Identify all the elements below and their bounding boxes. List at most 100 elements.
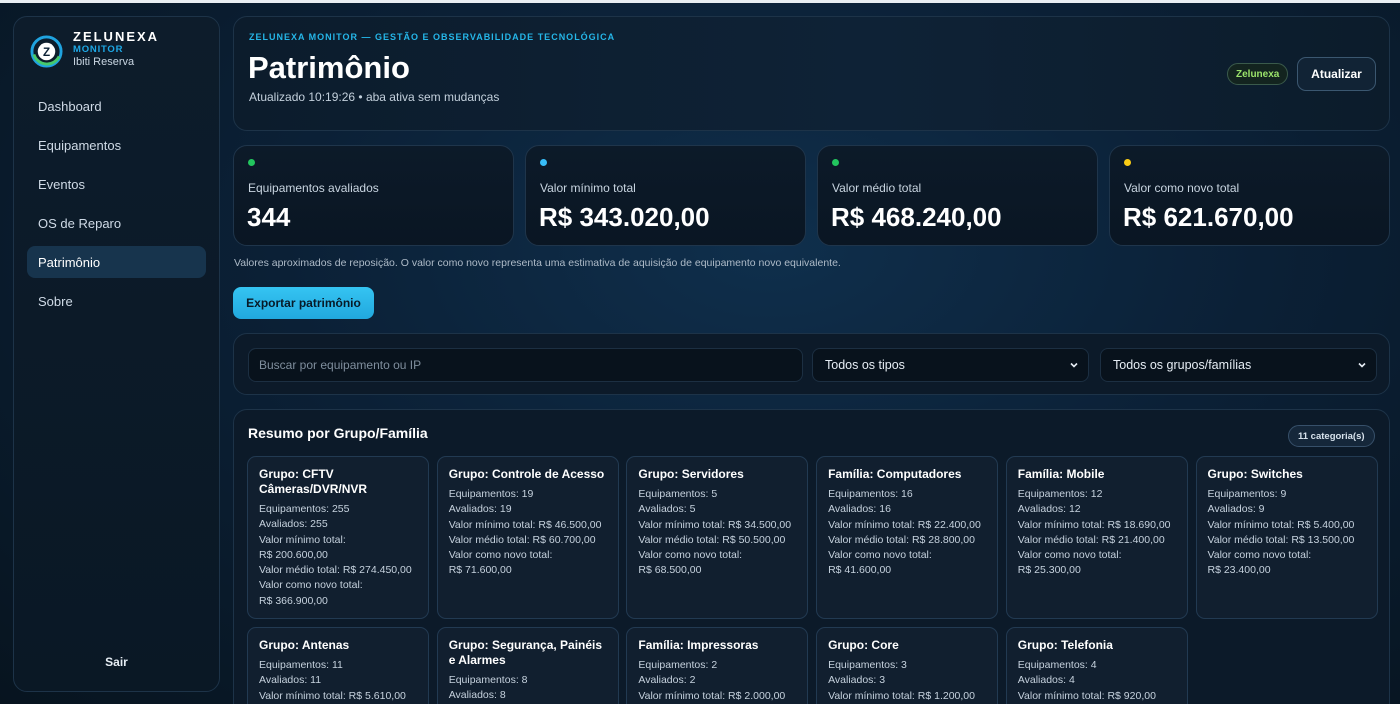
sidebar-item-eventos[interactable]: Eventos	[27, 168, 206, 200]
valuation-note: Valores aproximados de reposição. O valo…	[234, 257, 841, 269]
group-card-line: Avaliados: 2	[638, 674, 696, 687]
group-card-line: Equipamentos: 9	[1207, 488, 1287, 500]
sidebar-item-dashboard[interactable]: Dashboard	[27, 90, 206, 122]
brand[interactable]: Z ZELUNEXA MONITOR Ibiti Reserva	[30, 30, 159, 69]
group-card-title: Família: Computadores	[828, 467, 962, 481]
group-card-line: Avaliados: 16	[828, 503, 891, 516]
group-card-title: Grupo: Telefonia	[1017, 638, 1113, 652]
status-dot-icon	[1124, 159, 1131, 166]
group-card: Família: Impressoras Equipamentos: 2 Avali…	[626, 627, 809, 704]
group-card: Família: Computadores Equipamentos: 16 Ava…	[816, 456, 999, 619]
group-card-line: Avaliados: 5	[638, 503, 696, 516]
status-dot-icon	[832, 159, 839, 166]
group-card-line: R$ 366.900,00	[259, 594, 328, 607]
export-button[interactable]: Exportar patrimônio	[233, 287, 374, 319]
group-card-line: Avaliados: 4	[1017, 674, 1075, 687]
logout-button[interactable]: Sair	[14, 655, 219, 669]
chevron-down-icon	[1070, 362, 1078, 368]
zelunexa-logo-icon: Z	[30, 35, 63, 68]
group-card-title: Grupo: Controle de Acesso	[448, 467, 605, 481]
group-card-line: Avaliados: 255	[259, 518, 328, 531]
group-select[interactable]: Todos os grupos/famílias	[1100, 348, 1377, 382]
chevron-down-icon	[1358, 362, 1366, 368]
type-select-value: Todos os tipos	[825, 358, 905, 372]
group-card: Grupo: Switches Equipamentos: 9 Avaliados:…	[1195, 456, 1378, 619]
group-card-line: Equipamentos: 8	[448, 674, 528, 686]
group-card-line: Valor mínimo total: R$ 920,00	[1017, 689, 1156, 702]
type-select[interactable]: Todos os tipos	[812, 348, 1089, 382]
kpi-label: Valor mínimo total	[540, 181, 636, 195]
page-header: ZELUNEXA MONITOR — GESTÃO E OBSERVABILID…	[233, 16, 1390, 131]
kpi-card-equipamentos-avaliados: Equipamentos avaliados 344	[233, 145, 514, 246]
page-title: Patrimônio	[248, 50, 410, 85]
group-card-line: Avaliados: 3	[828, 674, 886, 687]
group-card-line: Valor mínimo total: R$ 22.400,00	[828, 518, 981, 531]
group-card-line: Equipamentos: 16	[828, 488, 913, 500]
kpi-card-valor-medio: Valor médio total R$ 468.240,00	[817, 145, 1098, 246]
group-card-line: Valor médio total: R$ 21.400,00	[1017, 533, 1165, 546]
group-card-line: Valor mínimo total: R$ 5.400,00	[1207, 518, 1355, 531]
refresh-button[interactable]: Atualizar	[1297, 57, 1376, 91]
group-card-line: Avaliados: 9	[1207, 503, 1265, 516]
group-card: Grupo: Segurança, Painéis e Alarmes Equip…	[436, 627, 619, 704]
kpi-value: 344	[247, 202, 291, 232]
group-card-line: Avaliados: 11	[259, 674, 322, 687]
sidebar-item-os-de-reparo[interactable]: OS de Reparo	[27, 207, 206, 239]
sidebar-item-sobre[interactable]: Sobre	[27, 285, 206, 317]
group-card-line: Equipamentos: 4	[1017, 659, 1097, 671]
group-card-line: Valor mínimo total: R$ 18.690,00	[1017, 518, 1171, 531]
group-card-line: Equipamentos: 5	[638, 488, 718, 500]
group-card-line: Valor médio total: R$ 274.450,00	[259, 564, 412, 577]
group-card: Grupo: CFTV Câmeras/DVR/NVR Equipamentos:…	[247, 456, 429, 619]
group-card-line: Equipamentos: 19	[448, 488, 534, 500]
group-card: Grupo: Servidores Equipamentos: 5 Avaliado…	[626, 456, 809, 619]
group-card-line: Avaliados: 12	[1017, 503, 1081, 516]
group-card: Grupo: Telefonia Equipamentos: 4 Avaliados…	[1005, 627, 1188, 704]
group-card-title: Grupo: Switches	[1207, 467, 1303, 481]
group-card-line: Valor mínimo total:	[259, 533, 346, 546]
sidebar-item-equipamentos[interactable]: Equipamentos	[27, 129, 206, 161]
group-card-line: Valor como novo total:	[259, 579, 363, 592]
group-select-value: Todos os grupos/famílias	[1113, 358, 1252, 372]
kpi-label: Valor como novo total	[1124, 181, 1240, 195]
sidebar: Z ZELUNEXA MONITOR Ibiti Reserva Dashboa…	[13, 16, 220, 692]
group-card-line: Valor mínimo total: R$ 34.500,00	[638, 518, 792, 531]
group-card-line: Equipamentos: 11	[259, 659, 343, 671]
top-edge	[0, 0, 1400, 3]
status-dot-icon	[248, 159, 255, 166]
sidebar-item-patrimonio[interactable]: Patrimônio	[27, 246, 206, 278]
group-card-title: Família: Mobile	[1017, 467, 1105, 481]
sidebar-nav: Dashboard Equipamentos Eventos OS de Rep…	[27, 90, 206, 324]
site-name: Ibiti Reserva	[73, 56, 135, 68]
search-input[interactable]	[248, 348, 803, 382]
group-summary-panel: Resumo por Grupo/Família 11 categoria(s)…	[233, 409, 1390, 704]
group-card-line: Equipamentos: 255	[259, 503, 350, 515]
group-card-line: Valor mínimo total: R$ 46.500,00	[448, 518, 602, 531]
group-card-line: Valor como novo total:	[828, 549, 932, 562]
group-card-line: Valor mínimo total: R$ 5.610,00	[259, 689, 406, 702]
group-card-line: Valor como novo total:	[1017, 549, 1122, 562]
updated-status: Atualizado 10:19:26 • aba ativa sem muda…	[249, 90, 500, 104]
group-card-title: Grupo: Antenas	[259, 638, 350, 652]
group-card-line: Avaliados: 8	[448, 689, 506, 702]
svg-text:Z: Z	[43, 46, 50, 59]
summary-title: Resumo por Grupo/Família	[248, 425, 428, 441]
category-count-badge: 11 categoria(s)	[1288, 425, 1375, 447]
group-card-line: Valor como novo total:	[1207, 549, 1312, 562]
brand-badge: Zelunexa	[1227, 63, 1289, 85]
group-card-line: Valor médio total: R$ 28.800,00	[828, 533, 975, 546]
group-card-line: Avaliados: 19	[448, 503, 512, 516]
group-card-line: Valor médio total: R$ 13.500,00	[1207, 533, 1355, 546]
group-card-line: R$ 68.500,00	[638, 564, 702, 577]
status-dot-icon	[540, 159, 547, 166]
group-card-line: Valor mínimo total: R$ 1.200,00	[828, 689, 975, 702]
kpi-label: Equipamentos avaliados	[248, 181, 379, 195]
group-card-line: R$ 71.600,00	[448, 564, 512, 577]
group-card: Família: Mobile Equipamentos: 12 Avaliados…	[1005, 456, 1188, 619]
brand-subtitle: MONITOR	[73, 44, 124, 55]
group-card-line: Equipamentos: 3	[828, 659, 907, 671]
group-card-line: Valor como novo total:	[448, 549, 553, 562]
group-card-line: Valor médio total: R$ 60.700,00	[448, 533, 596, 546]
group-card-line: R$ 23.400,00	[1207, 564, 1271, 577]
kpi-card-valor-como-novo: Valor como novo total R$ 621.670,00	[1109, 145, 1390, 246]
